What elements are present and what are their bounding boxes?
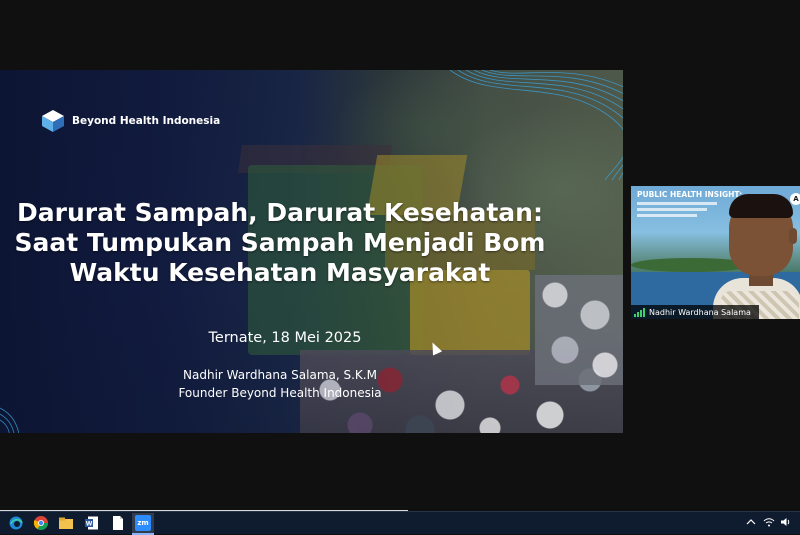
slide-place-date: Ternate, 18 Mei 2025 <box>208 330 362 346</box>
signal-bars-icon <box>634 307 646 317</box>
virtual-background-title: PUBLIC HEALTH INSIGHT: <box>637 190 743 199</box>
wifi-icon[interactable] <box>763 516 775 531</box>
decorative-waves-left-icon <box>0 407 20 433</box>
chrome-icon[interactable] <box>33 515 49 531</box>
slide-title-line-1: Darurat Sampah, Darurat Kesehatan: <box>17 198 543 227</box>
slide-title-line-3: Waktu Kesehatan Masyarakat <box>69 258 491 287</box>
brand-header: Beyond Health Indonesia <box>40 109 220 133</box>
slide-title: Darurat Sampah, Darurat Kesehatan: Saat … <box>0 198 560 288</box>
video-badge: A <box>790 193 800 205</box>
volume-icon[interactable] <box>780 516 792 531</box>
windows-taskbar: W zm <box>0 511 800 535</box>
zoom-icon[interactable]: zm <box>135 515 151 531</box>
speaker-hair <box>729 194 793 218</box>
author-role: Founder Beyond Health Indonesia <box>178 386 382 400</box>
participant-video-tile[interactable]: PUBLIC HEALTH INSIGHT: A Nadhir Wardhana… <box>631 186 800 319</box>
beyond-health-logo-icon <box>42 110 64 132</box>
virtual-background-text-lines <box>637 202 717 220</box>
edge-icon[interactable] <box>8 515 24 531</box>
participant-name: Nadhir Wardhana Salama <box>649 307 751 317</box>
presentation-slide: Beyond Health Indonesia Darurat Sampah, … <box>0 70 623 433</box>
brand-name: Beyond Health Indonesia <box>72 115 221 127</box>
slide-author-block: Nadhir Wardhana Salama, S.K.M Founder Be… <box>150 366 410 402</box>
chevron-up-icon[interactable] <box>745 516 757 531</box>
garbage-bags-image <box>535 275 623 385</box>
slide-title-line-2: Saat Tumpukan Sampah Menjadi Bom <box>14 228 546 257</box>
speaker-ear <box>789 228 797 244</box>
document-icon[interactable] <box>110 515 126 531</box>
decorative-waves-icon <box>449 70 623 180</box>
zoom-icon-label: zm <box>137 519 149 527</box>
svg-text:W: W <box>86 521 93 528</box>
word-icon[interactable]: W <box>84 515 100 531</box>
file-explorer-icon[interactable] <box>58 515 74 531</box>
author-name: Nadhir Wardhana Salama, S.K.M <box>183 368 377 382</box>
participant-name-bar: Nadhir Wardhana Salama <box>631 305 759 319</box>
